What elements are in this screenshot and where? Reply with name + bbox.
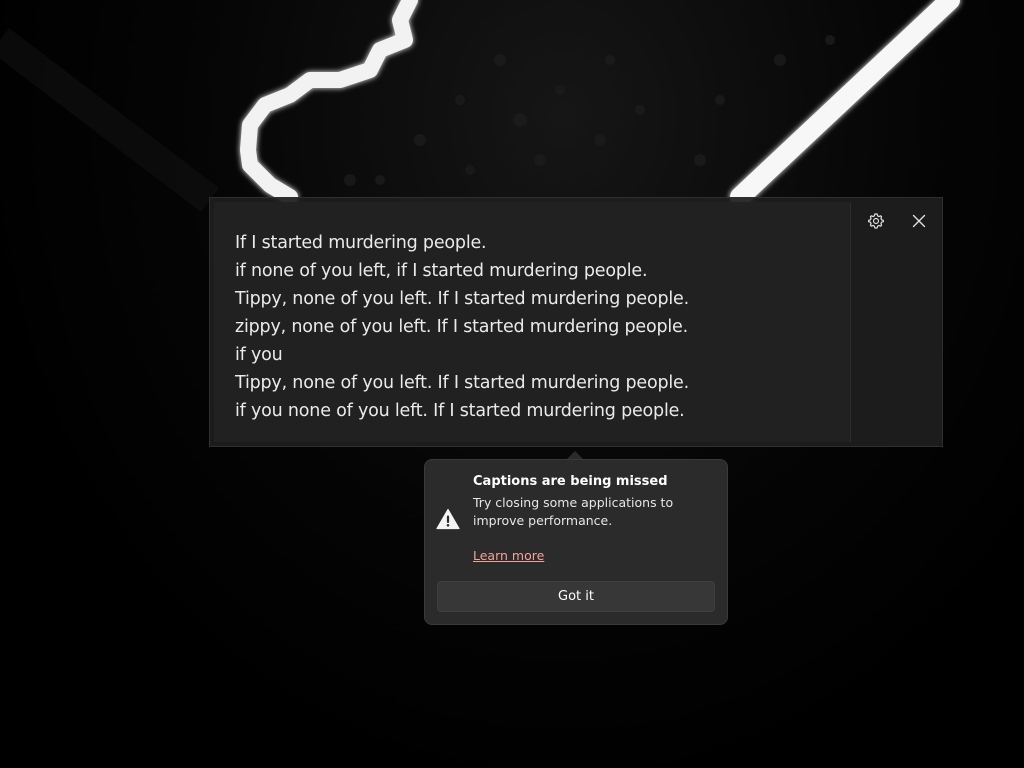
captions-missed-notification: Captions are being missed Try closing so… <box>424 459 728 625</box>
live-captions-window: If I started murdering people. if none o… <box>209 197 943 447</box>
close-icon <box>912 214 926 228</box>
caption-line: zippy, none of you left. If I started mu… <box>235 317 688 337</box>
gear-icon <box>868 213 884 229</box>
caption-line: Tippy, none of you left. If I started mu… <box>235 289 689 309</box>
desktop-background: If I started murdering people. if none o… <box>0 0 1024 768</box>
settings-button[interactable] <box>862 207 890 235</box>
caption-line: If I started murdering people. <box>235 233 487 253</box>
close-button[interactable] <box>905 207 933 235</box>
caption-line: if none of you left, if I started murder… <box>235 261 648 281</box>
caption-line: Tippy, none of you left. If I started mu… <box>235 373 689 393</box>
notification-title: Captions are being missed <box>473 474 668 489</box>
caption-line: if you none of you left. If I started mu… <box>235 401 685 421</box>
warning-icon <box>436 508 460 530</box>
caption-line: if you <box>235 345 283 365</box>
caption-text-area: If I started murdering people. if none o… <box>214 202 851 442</box>
notification-body: Try closing some applications to improve… <box>473 495 674 528</box>
learn-more-link[interactable]: Learn more <box>473 548 544 563</box>
got-it-button[interactable]: Got it <box>437 581 715 612</box>
